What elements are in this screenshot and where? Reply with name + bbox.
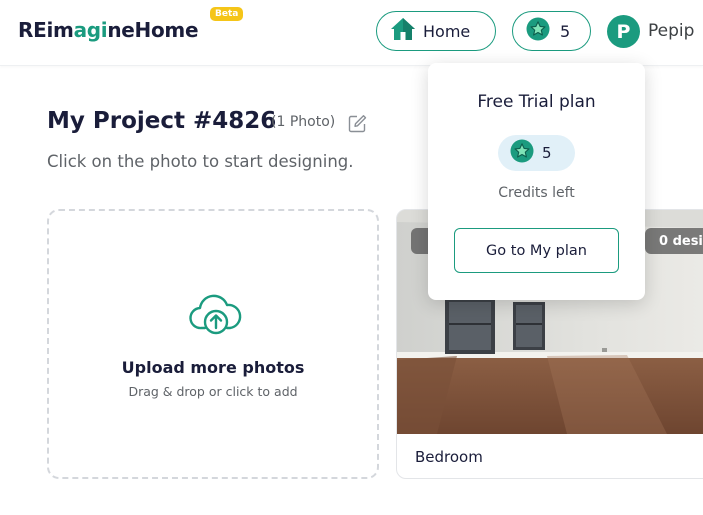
username[interactable]: Pepip [648, 21, 694, 41]
credits-count: 5 [560, 21, 571, 41]
photo-count: (1 Photo) [271, 114, 336, 130]
top-header: REimagineHome Beta Home 5 P Pepip [0, 0, 703, 66]
page-title: My Project #4826 [47, 108, 277, 134]
beta-badge: Beta [210, 7, 244, 21]
upload-dropzone[interactable]: Upload more photos Drag & drop or click … [47, 209, 379, 479]
avatar[interactable]: P [607, 15, 640, 48]
edit-icon[interactable] [348, 114, 367, 133]
credits-button[interactable]: 5 [512, 11, 591, 51]
designs-count-tag: 0 designs [645, 228, 703, 254]
page-subtitle: Click on the photo to start designing. [47, 152, 354, 171]
cloud-upload-icon [189, 294, 243, 336]
credits-badge: 5 [498, 135, 575, 171]
home-label: Home [423, 21, 471, 41]
plan-dropdown: Free Trial plan 5 Credits left Go to My … [428, 63, 645, 300]
credits-left-label: Credits left [498, 185, 575, 201]
star-icon [526, 17, 550, 45]
upload-subtitle: Drag & drop or click to add [128, 384, 298, 399]
app-logo[interactable]: REimagineHome [18, 18, 199, 42]
plan-title: Free Trial plan [477, 92, 596, 112]
credits-left-count: 5 [542, 144, 552, 162]
upload-title: Upload more photos [121, 358, 305, 377]
house-icon [390, 17, 416, 45]
go-to-my-plan-button[interactable]: Go to My plan [454, 228, 619, 273]
home-button[interactable]: Home [376, 11, 496, 51]
room-label: Bedroom [415, 448, 483, 466]
star-icon [510, 139, 534, 167]
